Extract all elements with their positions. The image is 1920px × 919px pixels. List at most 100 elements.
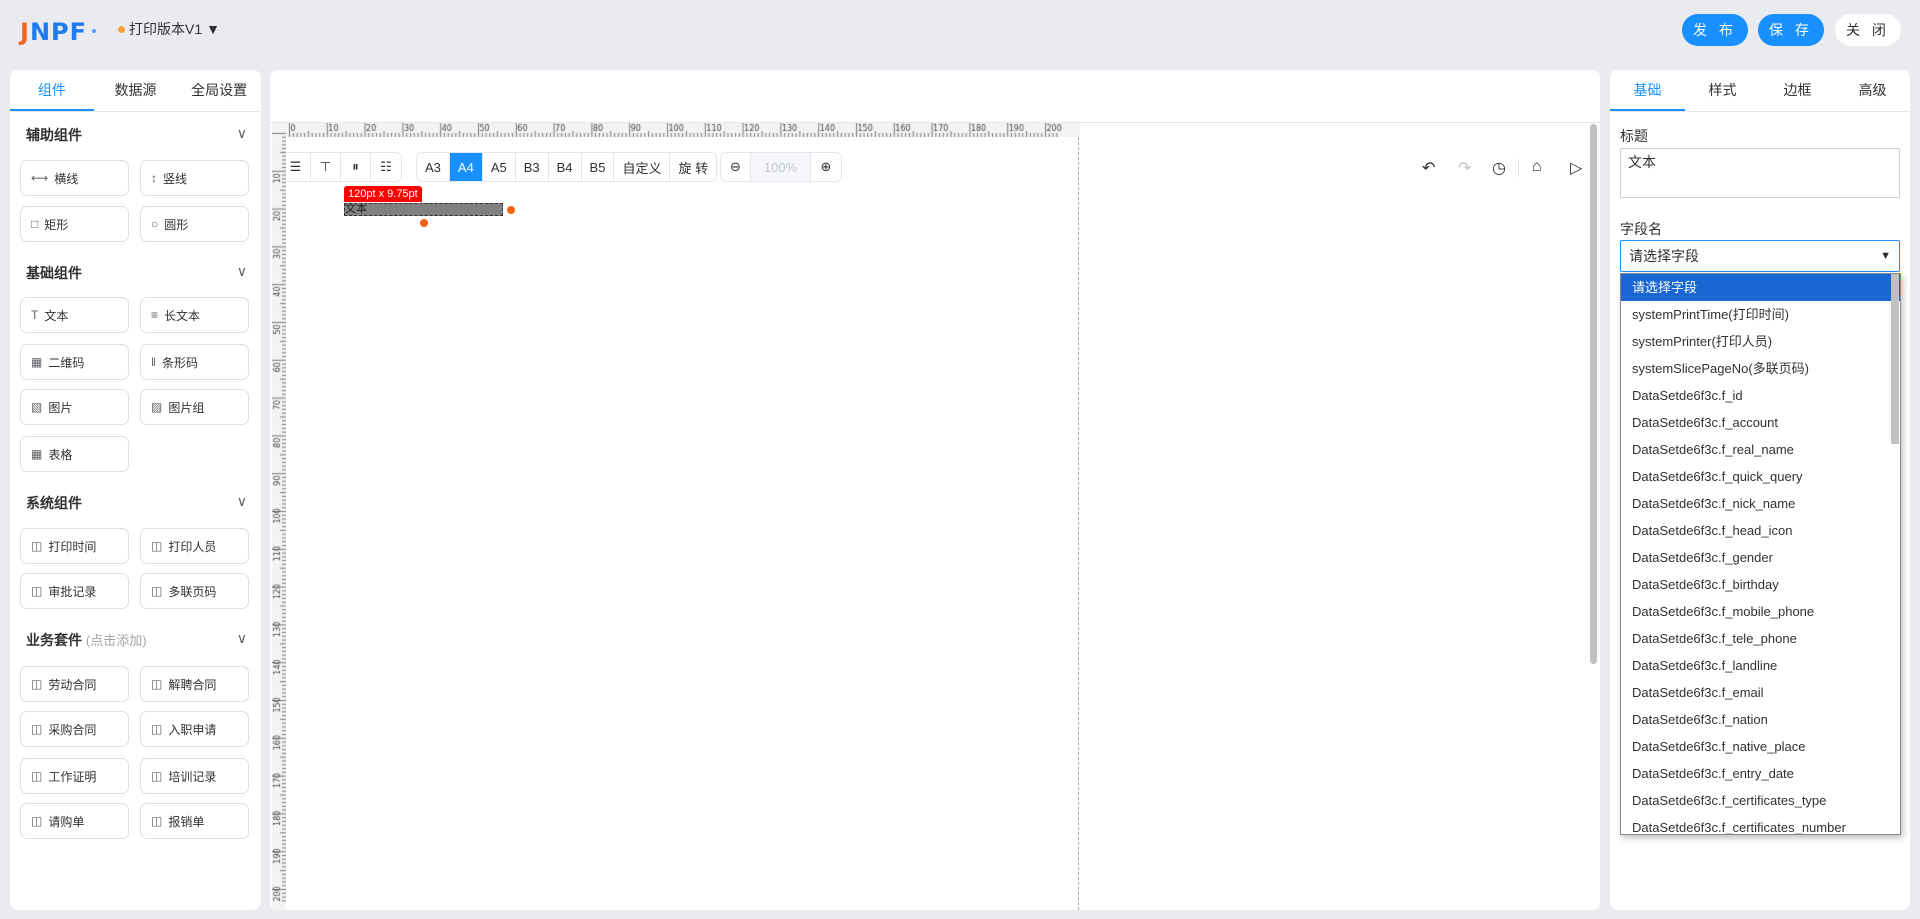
align-top-icon[interactable]: ⊤	[311, 153, 341, 181]
field-option[interactable]: DataSetde6f3c.f_account	[1621, 409, 1900, 436]
component-template-button[interactable]: ◫ 打印人员	[140, 528, 249, 564]
redo-icon[interactable]: ↷	[1458, 158, 1471, 178]
component-template-button[interactable]: ◫ 审批记录	[20, 573, 129, 609]
section-title: 辅助组件	[26, 127, 82, 143]
field-option[interactable]: 请选择字段	[1621, 274, 1900, 301]
component-table-button[interactable]: ▦ 表格	[20, 436, 129, 472]
template-icon: ◫	[31, 814, 43, 828]
section-title: 系统组件	[26, 495, 82, 511]
paper-option[interactable]: B3	[516, 153, 549, 181]
field-option[interactable]: DataSetde6f3c.f_certificates_number	[1621, 814, 1900, 834]
component-template-button[interactable]: ◫ 工作证明	[20, 758, 129, 794]
history-icon[interactable]: ◷	[1492, 158, 1506, 178]
section-title: 业务套件	[26, 632, 82, 648]
zoom-out-icon[interactable]: ⊖	[721, 153, 751, 181]
paper-option[interactable]: B4	[549, 153, 582, 181]
field-option[interactable]: DataSetde6f3c.f_head_icon	[1621, 517, 1900, 544]
paper-size-toolbar: A3 A4 A5 B3 B4 B5 自定义旋 转	[416, 152, 718, 182]
component-template-button[interactable]: ◫ 请购单	[20, 803, 129, 839]
component-template-button[interactable]: ◫ 入职申请	[140, 711, 249, 747]
field-option[interactable]: DataSetde6f3c.f_nation	[1621, 706, 1900, 733]
section-header[interactable]: 系统组件 ∨	[26, 493, 247, 513]
section-note: (点击添加)	[85, 633, 147, 648]
options-scrollbar[interactable]	[1891, 274, 1899, 444]
field-select[interactable]: 请选择字段 ▼	[1620, 240, 1900, 272]
paper-option[interactable]: 自定义	[614, 153, 671, 181]
paper-option[interactable]: 旋 转	[670, 153, 716, 181]
field-option[interactable]: DataSetde6f3c.f_mobile_phone	[1621, 598, 1900, 625]
tab-style[interactable]: 样式	[1685, 70, 1760, 111]
component-rectangle-button[interactable]: □ 矩形	[20, 206, 129, 242]
component-long-text-button[interactable]: ≡ 长文本	[140, 297, 249, 333]
publish-button[interactable]: 发 布	[1682, 14, 1748, 46]
component-template-button[interactable]: ◫ 培训记录	[140, 758, 249, 794]
field-option[interactable]: DataSetde6f3c.f_entry_date	[1621, 760, 1900, 787]
tab-border[interactable]: 边框	[1760, 70, 1835, 111]
tab-global-settings[interactable]: 全局设置	[177, 70, 261, 111]
field-option[interactable]: DataSetde6f3c.f_nick_name	[1621, 490, 1900, 517]
component-template-button[interactable]: ◫ 多联页码	[140, 573, 249, 609]
component-label: 图片	[48, 400, 73, 415]
field-option[interactable]: DataSetde6f3c.f_tele_phone	[1621, 625, 1900, 652]
zoom-in-icon[interactable]: ⊕	[811, 153, 841, 181]
save-button[interactable]: 保 存	[1758, 14, 1824, 46]
undo-icon[interactable]: ↶	[1422, 158, 1435, 178]
component-vertical-line-button[interactable]: ↕ 竖线	[140, 160, 249, 196]
field-option[interactable]: DataSetde6f3c.f_birthday	[1621, 571, 1900, 598]
component-label: 劳动合同	[48, 677, 97, 692]
paper-option[interactable]: A5	[483, 153, 516, 181]
rectangle-icon: □	[31, 217, 39, 231]
preview-play-icon[interactable]: ▷	[1570, 158, 1582, 178]
field-option[interactable]: DataSetde6f3c.f_quick_query	[1621, 463, 1900, 490]
section-header[interactable]: 辅助组件 ∨	[26, 125, 247, 145]
component-image-button[interactable]: ▧ 图片	[20, 389, 129, 425]
component-label: 表格	[48, 447, 73, 462]
tab-components[interactable]: 组件	[10, 70, 94, 111]
distribute-icon[interactable]: ☷	[371, 153, 401, 181]
component-template-button[interactable]: ◫ 打印时间	[20, 528, 129, 564]
resize-handle-right[interactable]	[507, 206, 515, 214]
ruler-top	[272, 123, 1080, 137]
component-text-button[interactable]: T 文本	[20, 297, 129, 333]
component-template-button[interactable]: ◫ 采购合同	[20, 711, 129, 747]
component-panel: 组件 数据源 全局设置 辅助组件 ∨ ⟷ 横线 ↕ 竖线 □ 矩形 ○ 圆形基础组件 ∨ T 文本 ≡…	[10, 70, 261, 910]
component-circle-button[interactable]: ○ 圆形	[140, 206, 249, 242]
paper-option[interactable]: A4	[449, 153, 483, 181]
field-option[interactable]: DataSetde6f3c.f_email	[1621, 679, 1900, 706]
text-element[interactable]: 文本	[344, 203, 503, 216]
section-title: 基础组件	[26, 265, 82, 281]
field-option[interactable]: DataSetde6f3c.f_real_name	[1621, 436, 1900, 463]
component-barcode-button[interactable]: ‖ 条形码	[140, 344, 249, 380]
field-option[interactable]: DataSetde6f3c.f_gender	[1621, 544, 1900, 571]
title-textarea[interactable]: 文本	[1620, 148, 1900, 198]
field-option[interactable]: DataSetde6f3c.f_id	[1621, 382, 1900, 409]
version-selector[interactable]: 打印版本V1 ▼	[118, 19, 220, 39]
field-option[interactable]: DataSetde6f3c.f_certificates_type	[1621, 787, 1900, 814]
component-template-button[interactable]: ◫ 解聘合同	[140, 666, 249, 702]
resize-handle-bottom[interactable]	[420, 219, 428, 227]
close-button[interactable]: 关 闭	[1835, 14, 1901, 46]
component-horizontal-line-button[interactable]: ⟷ 横线	[20, 160, 129, 196]
field-option[interactable]: systemPrintTime(打印时间)	[1621, 301, 1900, 328]
tab-datasource[interactable]: 数据源	[94, 70, 178, 111]
field-option[interactable]: DataSetde6f3c.f_landline	[1621, 652, 1900, 679]
field-option[interactable]: systemPrinter(打印人员)	[1621, 328, 1900, 355]
align-center-icon[interactable]: ⏸	[341, 153, 371, 181]
field-option[interactable]: systemSlicePageNo(多联页码)	[1621, 355, 1900, 382]
section-header[interactable]: 业务套件 (点击添加) ∨	[26, 630, 247, 650]
field-option[interactable]: DataSetde6f3c.f_native_place	[1621, 733, 1900, 760]
section-header[interactable]: 基础组件 ∨	[26, 263, 247, 283]
paper-option[interactable]: B5	[582, 153, 615, 181]
component-qrcode-button[interactable]: ▦ 二维码	[20, 344, 129, 380]
component-label: 解聘合同	[168, 677, 217, 692]
tab-basic[interactable]: 基础	[1610, 70, 1685, 111]
clear-brush-icon[interactable]: ⌂	[1532, 158, 1542, 176]
image-group-icon: ▨	[151, 400, 163, 414]
vertical-line-icon: ↕	[151, 171, 157, 185]
component-template-button[interactable]: ◫ 劳动合同	[20, 666, 129, 702]
tab-advanced[interactable]: 高级	[1835, 70, 1910, 111]
paper-option[interactable]: A3	[417, 153, 450, 181]
component-template-button[interactable]: ◫ 报销单	[140, 803, 249, 839]
component-image-group-button[interactable]: ▨ 图片组	[140, 389, 249, 425]
canvas-scrollbar[interactable]	[1590, 124, 1597, 664]
